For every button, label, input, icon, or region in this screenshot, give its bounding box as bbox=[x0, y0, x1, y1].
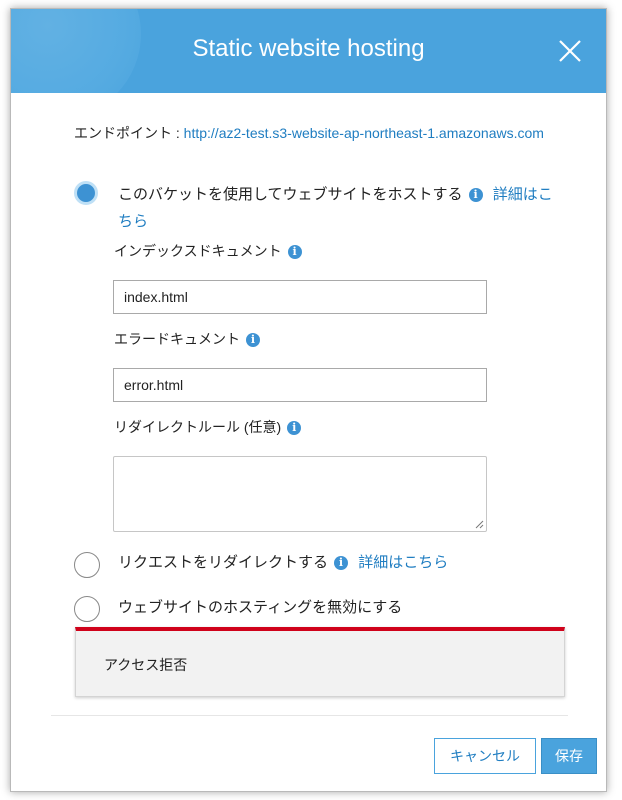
info-icon[interactable]: i bbox=[468, 188, 483, 202]
dialog-title: Static website hosting bbox=[192, 35, 425, 62]
dialog-header: Static website hosting bbox=[11, 9, 606, 93]
option-host-label: このバケットを使用してウェブサイトをホストする bbox=[118, 186, 463, 203]
index-document-input[interactable]: index.html bbox=[113, 280, 487, 314]
redirect-rules-textarea[interactable] bbox=[113, 456, 487, 532]
radio-unselected-icon[interactable] bbox=[74, 596, 100, 622]
option-redirect-label: リクエストをリダイレクトする bbox=[118, 554, 329, 571]
info-icon[interactable]: i bbox=[246, 333, 260, 347]
radio-selected-icon[interactable] bbox=[74, 181, 98, 205]
error-alert: アクセス拒否 bbox=[75, 627, 565, 697]
info-icon[interactable]: i bbox=[287, 245, 302, 259]
footer-divider bbox=[51, 715, 568, 716]
save-button[interactable]: 保存 bbox=[541, 738, 597, 774]
endpoint: エンドポイント : http://az2-test.s3-website-ap-… bbox=[74, 123, 544, 144]
modal-dialog: Static website hosting エンドポイント : http://… bbox=[10, 8, 607, 792]
error-document-label: エラードキュメント i bbox=[114, 329, 260, 349]
endpoint-url-link[interactable]: http://az2-test.s3-website-ap-northeast-… bbox=[184, 125, 544, 141]
option-disable-label: ウェブサイトのホスティングを無効にする bbox=[118, 599, 403, 616]
endpoint-label: エンドポイント : bbox=[74, 125, 184, 141]
details-link[interactable]: 詳細はこちら bbox=[358, 554, 448, 571]
cancel-button[interactable]: キャンセル bbox=[434, 738, 536, 774]
radio-unselected-icon[interactable] bbox=[74, 552, 100, 578]
close-icon[interactable] bbox=[556, 37, 584, 65]
alert-message: アクセス拒否 bbox=[104, 657, 188, 673]
error-document-input[interactable]: error.html bbox=[113, 368, 487, 402]
option-redirect-requests[interactable]: リクエストをリダイレクトする i 詳細はこちら bbox=[74, 550, 554, 580]
resize-grip-icon[interactable] bbox=[474, 519, 484, 529]
index-document-label: インデックスドキュメント i bbox=[114, 241, 302, 261]
redirect-rules-label: リダイレクトルール (任意) i bbox=[114, 417, 302, 437]
info-icon[interactable]: i bbox=[287, 421, 302, 435]
info-icon[interactable]: i bbox=[334, 556, 349, 570]
option-host-website[interactable]: このバケットを使用してウェブサイトをホストする i 詳細はこちら bbox=[74, 179, 554, 230]
option-disable-hosting[interactable]: ウェブサイトのホスティングを無効にする bbox=[74, 594, 554, 624]
